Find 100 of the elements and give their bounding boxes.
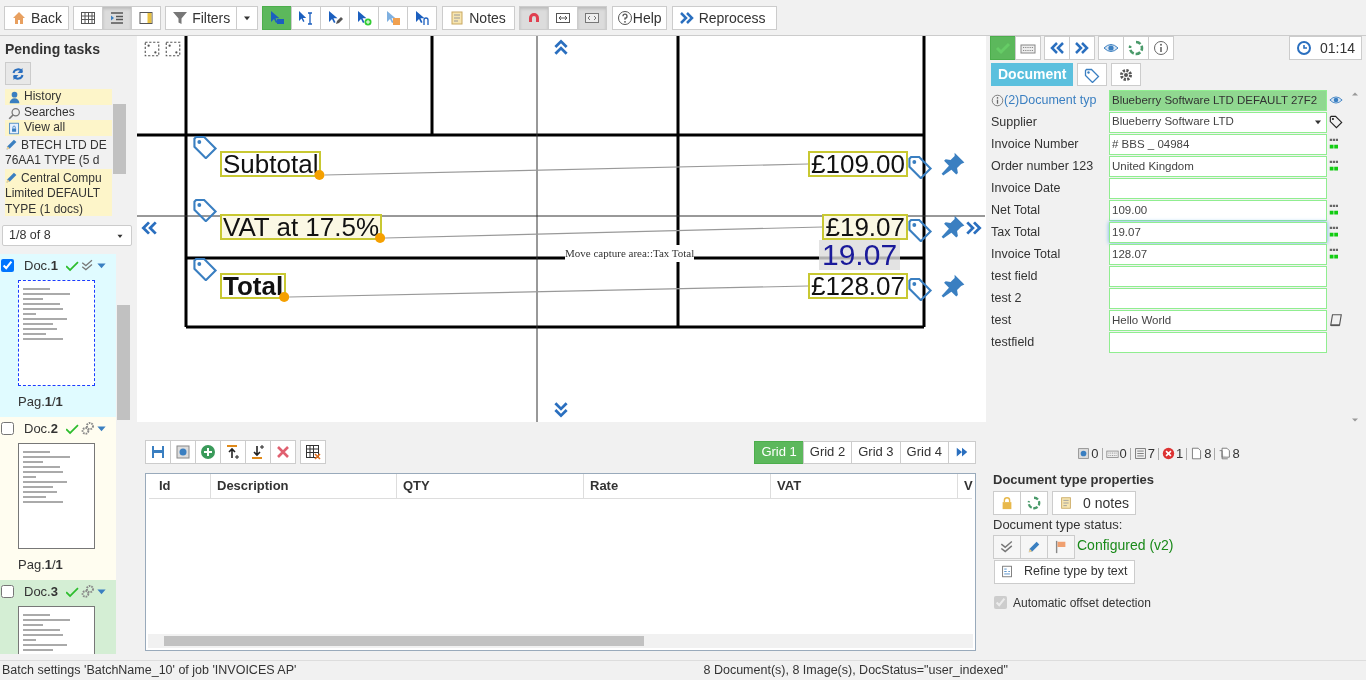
document-thumbnail[interactable] bbox=[18, 279, 95, 386]
grid-tab[interactable]: Grid 3 bbox=[851, 440, 901, 464]
column-header[interactable]: QTY bbox=[397, 474, 584, 498]
view-mode-toggle[interactable] bbox=[102, 6, 133, 30]
input-field[interactable] bbox=[1109, 331, 1327, 353]
counter-value: 0 bbox=[1119, 445, 1127, 463]
capture-label[interactable]: Subtotal bbox=[220, 151, 322, 177]
plus-icon bbox=[200, 444, 216, 460]
input-field[interactable]: Hello World bbox=[1109, 309, 1327, 331]
scroll-down-icon[interactable] bbox=[552, 401, 570, 419]
edit-button[interactable] bbox=[1020, 534, 1048, 559]
document-name: Doc.2 bbox=[24, 420, 58, 438]
gears-icon bbox=[80, 422, 94, 436]
info-button[interactable] bbox=[1148, 36, 1174, 60]
notes-button[interactable]: 0 notes bbox=[1052, 491, 1136, 515]
notes-button[interactable]: Notes bbox=[442, 6, 515, 30]
task-item[interactable]: Searches bbox=[5, 104, 112, 120]
scroll-left-icon[interactable] bbox=[140, 219, 158, 237]
field-label: Order number 123 bbox=[991, 157, 1095, 175]
display-toggle[interactable] bbox=[547, 6, 578, 30]
capture-tool-button[interactable] bbox=[407, 6, 438, 30]
column-header[interactable]: Id bbox=[149, 474, 211, 498]
pin-icon bbox=[940, 151, 966, 177]
input-field[interactable] bbox=[1109, 287, 1327, 309]
timer-button[interactable]: 01:14 bbox=[1288, 36, 1362, 60]
capture-tool-button[interactable] bbox=[262, 6, 293, 30]
grid-table-button[interactable] bbox=[300, 440, 326, 464]
task-item[interactable]: History bbox=[5, 89, 112, 105]
filters-dropdown-button[interactable] bbox=[236, 6, 259, 30]
input-field[interactable] bbox=[1109, 265, 1327, 287]
horizontal-scrollbar[interactable] bbox=[148, 634, 973, 648]
document-thumbnail[interactable] bbox=[18, 442, 95, 549]
next-button[interactable] bbox=[1069, 36, 1095, 60]
input-field[interactable] bbox=[1109, 177, 1327, 199]
counter-value: 7 bbox=[1147, 445, 1155, 463]
refresh-button[interactable] bbox=[5, 62, 31, 85]
recycle-button[interactable] bbox=[1123, 36, 1149, 60]
task-item[interactable]: BTECH LTD DE 76AA1 TYPE (5 d bbox=[5, 135, 112, 169]
select-checkbox[interactable] bbox=[1, 585, 14, 599]
select-checkbox[interactable] bbox=[1, 259, 14, 273]
display-toggle[interactable] bbox=[518, 6, 549, 30]
table-icon bbox=[305, 444, 321, 460]
document-item[interactable]: Doc.1 Pag.1/1 bbox=[0, 254, 116, 417]
list-icon bbox=[1133, 447, 1147, 461]
approve-button[interactable] bbox=[993, 534, 1021, 559]
input-field[interactable]: 128.07 bbox=[1109, 243, 1327, 265]
capture-label[interactable]: VAT at 17.5% bbox=[220, 214, 383, 240]
preview-button[interactable] bbox=[1098, 36, 1124, 60]
field-label: Net Total bbox=[991, 201, 1042, 219]
filters-button[interactable]: Filters bbox=[165, 6, 238, 30]
recycle-icon bbox=[1128, 40, 1144, 56]
capture-tool-button[interactable] bbox=[291, 6, 322, 30]
column-header[interactable]: Rate bbox=[584, 474, 771, 498]
task-item[interactable]: Central Compu Limited DEFAULT TYPE (1 docs) bbox=[5, 168, 112, 216]
panel-icon bbox=[138, 10, 155, 26]
panel-tab[interactable] bbox=[1077, 63, 1108, 86]
capture-value[interactable]: £19.07 bbox=[822, 214, 908, 240]
supplier-dropdown[interactable]: Blueberry Software LTD bbox=[1109, 111, 1327, 133]
panel-tab[interactable] bbox=[1111, 63, 1142, 86]
reprocess-button[interactable]: Reprocess bbox=[671, 6, 777, 30]
scroll-right-icon[interactable] bbox=[965, 219, 983, 237]
settings-button[interactable] bbox=[170, 440, 196, 464]
previous-button[interactable] bbox=[1044, 36, 1070, 60]
document-item[interactable]: Doc.3 bbox=[0, 580, 116, 654]
add-row-button[interactable] bbox=[195, 440, 221, 464]
recycle-button[interactable] bbox=[1020, 491, 1048, 515]
back-button[interactable]: Back bbox=[4, 6, 70, 30]
capture-value[interactable]: £109.00 bbox=[808, 151, 908, 177]
refine-type-button[interactable]: Refine type by text bbox=[994, 559, 1135, 584]
notepad-icon bbox=[449, 10, 466, 26]
help-button[interactable]: Help bbox=[611, 6, 667, 30]
scroll-up-icon[interactable] bbox=[552, 38, 570, 56]
display-toggle[interactable] bbox=[576, 6, 607, 30]
code-icon bbox=[583, 10, 600, 26]
view-mode-toggle[interactable] bbox=[131, 6, 162, 30]
input-field[interactable]: # BBS _ 04984 bbox=[1109, 133, 1327, 155]
column-header[interactable]: V bbox=[958, 474, 979, 498]
view-mode-toggle[interactable] bbox=[73, 6, 104, 30]
grid-tab[interactable]: Grid 2 bbox=[802, 440, 853, 464]
grid-tab[interactable]: Grid 4 bbox=[899, 440, 949, 464]
insert-below-button[interactable] bbox=[245, 440, 271, 464]
save-button[interactable] bbox=[145, 440, 171, 464]
pin-icon bbox=[940, 273, 966, 299]
input-field[interactable]: United Kingdom bbox=[1109, 155, 1327, 177]
input-field[interactable]: 19.07 bbox=[1109, 221, 1327, 243]
column-header[interactable]: VAT bbox=[771, 474, 958, 498]
select-checkbox[interactable] bbox=[1, 422, 14, 436]
capture-tool-button[interactable] bbox=[349, 6, 380, 30]
task-item[interactable]: View all bbox=[5, 120, 112, 136]
pager-dropdown[interactable]: 1/8 of 8 bbox=[2, 225, 132, 246]
capture-tool-button[interactable] bbox=[320, 6, 351, 30]
document-item[interactable]: Doc.2 Pag.1/1 bbox=[0, 417, 116, 580]
insert-above-button[interactable] bbox=[220, 440, 246, 464]
counter-value: 8 bbox=[1232, 445, 1240, 463]
capture-value[interactable]: £128.07 bbox=[808, 273, 908, 299]
document-type-link[interactable]: (2)Document typ bbox=[1004, 90, 1097, 110]
document-type-field[interactable]: Blueberry Software LTD DEFAULT 27F2 bbox=[1109, 89, 1327, 111]
column-header[interactable]: Description bbox=[211, 474, 397, 498]
next-tabs-button[interactable] bbox=[948, 440, 976, 464]
input-field[interactable]: 109.00 bbox=[1109, 199, 1327, 221]
